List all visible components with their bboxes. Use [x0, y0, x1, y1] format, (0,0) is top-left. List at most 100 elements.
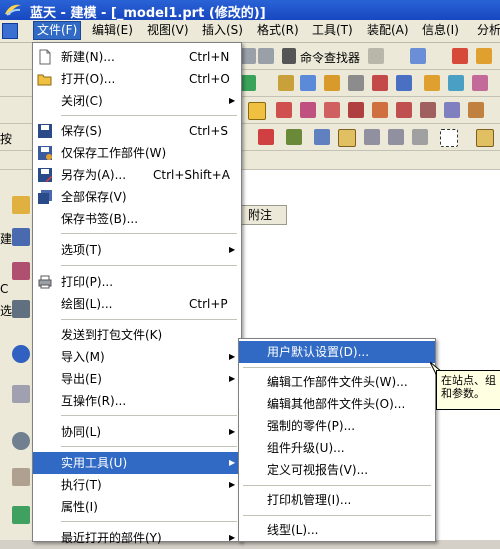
extrude-icon[interactable] — [278, 75, 294, 91]
menu-item-properties[interactable]: 属性(I) — [33, 496, 241, 518]
left-partial-text-1: 建 — [0, 232, 13, 246]
menu-item-export[interactable]: 导出(E) ▶ — [33, 368, 241, 390]
redo-icon[interactable] — [258, 48, 274, 64]
datum-icon[interactable] — [240, 75, 256, 91]
arc-icon[interactable] — [300, 102, 316, 118]
submenu-item-edit-work-part-header[interactable]: 编辑工作部件文件头(W)... — [239, 371, 435, 393]
analysis-tool-icon[interactable] — [452, 48, 468, 64]
save-all-icon — [38, 190, 52, 204]
circle-icon[interactable] — [348, 102, 364, 118]
cylinder-icon[interactable] — [448, 75, 464, 91]
menu-item-save-all[interactable]: 全部保存(V) — [33, 186, 241, 208]
menu-item-open[interactable]: 打开(O)... Ctrl+O — [33, 68, 241, 90]
menu-item-save-bookmark[interactable]: 保存书签(B)... — [33, 208, 241, 230]
menu-separator — [243, 367, 431, 368]
submenu-item-printer-management[interactable]: 打印机管理(I)... — [239, 489, 435, 511]
box-select-icon[interactable] — [440, 129, 458, 147]
submenu-item-component-upgrade[interactable]: 组件升级(U)... — [239, 437, 435, 459]
menu-edit[interactable]: 编辑(E) — [89, 22, 136, 39]
menu-item-send-to-package[interactable]: 发送到打包文件(K) — [33, 324, 241, 346]
clock-icon[interactable] — [12, 432, 30, 450]
snap-icon[interactable] — [258, 129, 274, 145]
menu-file[interactable]: 文件(F) — [33, 21, 82, 40]
layer-icon[interactable] — [476, 129, 494, 147]
menu-item-options[interactable]: 选项(T) ▶ — [33, 239, 241, 261]
column-header-notes[interactable]: 附注 — [240, 205, 287, 225]
printer-icon — [38, 275, 52, 289]
menu-separator — [61, 319, 237, 320]
submenu-item-user-defaults[interactable]: 用户默认设置(D)... — [239, 341, 435, 363]
binoculars-icon[interactable] — [282, 48, 296, 64]
menu-item-save-work-part[interactable]: 仅保存工作部件(W) — [33, 142, 241, 164]
menu-item-plot[interactable]: 绘图(L)... Ctrl+P — [33, 293, 241, 315]
block-icon[interactable] — [424, 75, 440, 91]
menu-item-collaborate[interactable]: 协同(L) ▶ — [33, 421, 241, 443]
file-menu: 新建(N)... Ctrl+N 打开(O)... Ctrl+O 关闭(C) ▶ … — [32, 42, 242, 545]
menu-format[interactable]: 格式(R) — [254, 22, 302, 39]
menu-item-save[interactable]: 保存(S) Ctrl+S — [33, 120, 241, 142]
offset-curve-icon[interactable] — [420, 102, 436, 118]
part-navigator-icon[interactable] — [12, 196, 30, 214]
polygon-icon[interactable] — [396, 102, 412, 118]
menu-analysis[interactable]: 分析 — [474, 22, 500, 39]
menu-separator — [61, 415, 237, 416]
system-materials-icon[interactable] — [12, 468, 30, 486]
hole-icon[interactable] — [324, 75, 340, 91]
undo-icon[interactable] — [240, 48, 256, 64]
dimension-icon[interactable] — [412, 129, 428, 145]
resource-bar: 建 C 选 — [0, 170, 35, 540]
reuse-library-icon[interactable] — [12, 300, 30, 318]
boss-icon[interactable] — [348, 75, 364, 91]
menu-insert[interactable]: 插入(S) — [199, 22, 246, 39]
save-icon — [38, 124, 52, 138]
menu-separator — [61, 521, 237, 522]
open-folder-icon — [37, 74, 52, 86]
transform-icon[interactable] — [286, 129, 302, 145]
menu-tools[interactable]: 工具(T) — [309, 22, 356, 39]
menu-view[interactable]: 视图(V) — [144, 22, 192, 39]
save-as-icon — [38, 168, 52, 182]
ellipse-icon[interactable] — [372, 102, 388, 118]
snap-point-icon[interactable] — [248, 102, 266, 120]
menu-item-new[interactable]: 新建(N)... Ctrl+N — [33, 46, 241, 68]
submenu-item-mandatory-parts[interactable]: 强制的零件(P)... — [239, 415, 435, 437]
menu-separator — [243, 485, 431, 486]
line-icon[interactable] — [276, 102, 292, 118]
menu-item-recent-parts[interactable]: 最近打开的部件(Y) ▶ — [33, 527, 241, 549]
menu-item-utilities[interactable]: 实用工具(U) ▶ — [33, 452, 241, 474]
menu-item-close[interactable]: 关闭(C) ▶ — [33, 90, 241, 112]
menu-item-interoperate[interactable]: 互操作(R)... — [33, 390, 241, 412]
menu-info[interactable]: 信息(I) — [419, 22, 462, 39]
menu-item-save-as[interactable]: 另存为(A)... Ctrl+Shift+A — [33, 164, 241, 186]
spline-icon[interactable] — [324, 102, 340, 118]
submenu-item-edit-other-part-header[interactable]: 编辑其他部件文件头(O)... — [239, 393, 435, 415]
pocket-icon[interactable] — [372, 75, 388, 91]
submenu-arrow-icon: ▶ — [229, 480, 236, 489]
revolve-icon[interactable] — [300, 75, 316, 91]
submenu-item-line-type[interactable]: 线型(L)... — [239, 519, 435, 541]
project-curve-icon[interactable] — [444, 102, 460, 118]
select-mode-icon[interactable] — [410, 48, 426, 64]
select-filter-icon[interactable] — [368, 48, 384, 64]
web-browser-icon[interactable] — [12, 345, 30, 363]
left-partial-text-3: 选 — [0, 304, 13, 318]
menu-item-print[interactable]: 打印(P)... — [33, 271, 241, 293]
pad-icon[interactable] — [396, 75, 412, 91]
menu-item-import[interactable]: 导入(M) ▶ — [33, 346, 241, 368]
constraint-navigator-icon[interactable] — [12, 262, 30, 280]
cone-icon[interactable] — [472, 75, 488, 91]
rotate-icon[interactable] — [314, 129, 330, 145]
history-icon[interactable] — [12, 385, 30, 403]
submenu-item-define-visual-report[interactable]: 定义可视报告(V)... — [239, 459, 435, 481]
assembly-navigator-icon[interactable] — [12, 228, 30, 246]
app-menu-icon[interactable] — [2, 23, 18, 39]
copy-icon[interactable] — [388, 129, 404, 145]
menu-assembly[interactable]: 装配(A) — [364, 22, 412, 39]
view-orient-icon[interactable] — [338, 129, 356, 147]
command-finder-label[interactable]: 命令查找器 — [300, 49, 360, 66]
manager-icon[interactable] — [476, 48, 492, 64]
menu-item-execute[interactable]: 执行(T) ▶ — [33, 474, 241, 496]
roles-icon[interactable] — [12, 506, 30, 524]
move-icon[interactable] — [364, 129, 380, 145]
trim-curve-icon[interactable] — [468, 102, 484, 118]
